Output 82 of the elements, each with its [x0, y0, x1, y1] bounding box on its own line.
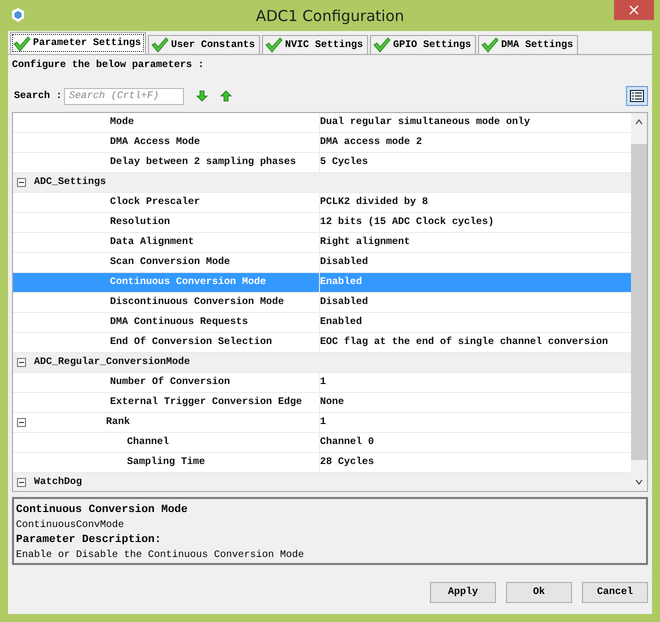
- search-field[interactable]: Search (Crtl+F): [64, 88, 184, 104]
- parameter-name: Mode: [110, 117, 134, 128]
- parameter-value: DMA access mode 2: [320, 137, 422, 148]
- dialog-button[interactable]: Ok: [506, 582, 572, 603]
- parameter-value: 1: [320, 417, 326, 428]
- group-name: ADC_Settings: [34, 177, 106, 188]
- group-row[interactable]: ADC_Settings: [13, 173, 631, 193]
- list-view-button[interactable]: [626, 86, 648, 106]
- collapse-icon[interactable]: [17, 478, 26, 487]
- parameter-value: None: [320, 397, 344, 408]
- group-row[interactable]: ADC_Regular_ConversionMode: [13, 353, 631, 373]
- parameter-name: Discontinuous Conversion Mode: [110, 297, 284, 308]
- parameter-value: 28 Cycles: [320, 457, 374, 468]
- close-button[interactable]: ×: [614, 0, 654, 20]
- parameter-name: DMA Access Mode: [110, 137, 200, 148]
- tab[interactable]: Parameter Settings: [10, 32, 146, 54]
- group-name: ADC_Regular_ConversionMode: [34, 357, 190, 368]
- description-text: Enable or Disable the Continuous Conversion Mode: [16, 548, 306, 563]
- parameter-value: Right alignment: [320, 237, 410, 248]
- parameter-name: Data Alignment: [110, 237, 194, 248]
- table-row[interactable]: DMA Access Mode DMA access mode 2: [13, 133, 631, 153]
- search-label: Search :: [14, 90, 62, 102]
- parameter-value: 5 Cycles: [320, 157, 368, 168]
- up-arrow-icon[interactable]: [220, 90, 232, 102]
- parameter-name: Resolution: [110, 217, 170, 228]
- checkmark-icon: [373, 37, 392, 53]
- parameter-name: Channel: [127, 437, 170, 448]
- table-row[interactable]: Number Of Conversion 1: [13, 373, 631, 393]
- description-title: Continuous Conversion Mode: [16, 503, 189, 518]
- description-heading: Parameter Description:: [16, 533, 162, 548]
- parameter-name: External Trigger Conversion Edge: [110, 397, 302, 408]
- parameter-name: Sampling Time: [127, 457, 206, 468]
- table-row[interactable]: Channel Channel 0: [13, 433, 631, 453]
- app-icon: [10, 7, 26, 23]
- parameter-id: ContinuousConvMode: [16, 518, 126, 533]
- scroll-up-icon[interactable]: [635, 119, 643, 125]
- parameter-value: Enabled: [320, 317, 362, 328]
- table-row[interactable]: External Trigger Conversion Edge None: [13, 393, 631, 413]
- parameter-value: PCLK2 divided by 8: [320, 197, 428, 208]
- table-row[interactable]: Discontinuous Conversion Mode Disabled: [13, 293, 631, 313]
- parameter-value: EOC flag at the end of single channel conversion: [320, 337, 608, 348]
- collapse-icon[interactable]: [17, 358, 26, 367]
- parameter-value: Disabled: [320, 257, 368, 268]
- checkmark-icon: [481, 37, 500, 53]
- tab[interactable]: User Constants: [148, 35, 260, 54]
- tab[interactable]: DMA Settings: [478, 35, 578, 54]
- checkmark-icon: [265, 37, 284, 53]
- table-row[interactable]: DMA Continuous Requests Enabled: [13, 313, 631, 333]
- parameter-name: Rank: [106, 417, 130, 428]
- parameter-name: Scan Conversion Mode: [110, 257, 230, 268]
- checkmark-icon: [151, 37, 170, 53]
- group-name: WatchDog: [34, 477, 82, 488]
- parameter-value: Dual regular simultaneous mode only: [320, 117, 530, 128]
- dialog-button[interactable]: Cancel: [582, 582, 648, 603]
- window-title: ADC1 Configuration: [254, 6, 406, 24]
- table-row[interactable]: Data Alignment Right alignment: [13, 233, 631, 253]
- parameter-name: DMA Continuous Requests: [110, 317, 248, 328]
- collapse-icon[interactable]: [17, 418, 26, 427]
- scrollbar[interactable]: [631, 113, 647, 491]
- parameter-name: Delay between 2 sampling phases: [110, 157, 296, 168]
- tab[interactable]: NVIC Settings: [262, 35, 368, 54]
- parameter-value: Channel 0: [320, 437, 374, 448]
- parameter-value: Enabled: [320, 277, 362, 288]
- scroll-down-icon[interactable]: [635, 479, 643, 485]
- parameter-value: 12 bits (15 ADC Clock cycles): [320, 217, 494, 228]
- table-row[interactable]: Rank 1: [13, 413, 631, 433]
- dialog-button[interactable]: Apply: [430, 582, 496, 603]
- down-arrow-icon[interactable]: [196, 90, 208, 102]
- parameter-value: 1: [320, 377, 326, 388]
- collapse-icon[interactable]: [17, 178, 26, 187]
- parameter-name: Clock Prescaler: [110, 197, 200, 208]
- checkmark-icon: [13, 36, 31, 52]
- group-row[interactable]: WatchDog: [13, 473, 631, 491]
- parameter-name: Continuous Conversion Mode: [110, 277, 266, 288]
- table-row[interactable]: Clock Prescaler PCLK2 divided by 8: [13, 193, 631, 213]
- parameter-name: Number Of Conversion: [110, 377, 230, 388]
- table-row[interactable]: Mode Dual regular simultaneous mode only: [13, 113, 631, 133]
- parameter-name: End Of Conversion Selection: [110, 337, 272, 348]
- instructions-text: Configure the below parameters :: [12, 60, 206, 73]
- tab[interactable]: GPIO Settings: [370, 35, 476, 54]
- parameter-value: Disabled: [320, 297, 368, 308]
- table-row[interactable]: Resolution 12 bits (15 ADC Clock cycles): [13, 213, 631, 233]
